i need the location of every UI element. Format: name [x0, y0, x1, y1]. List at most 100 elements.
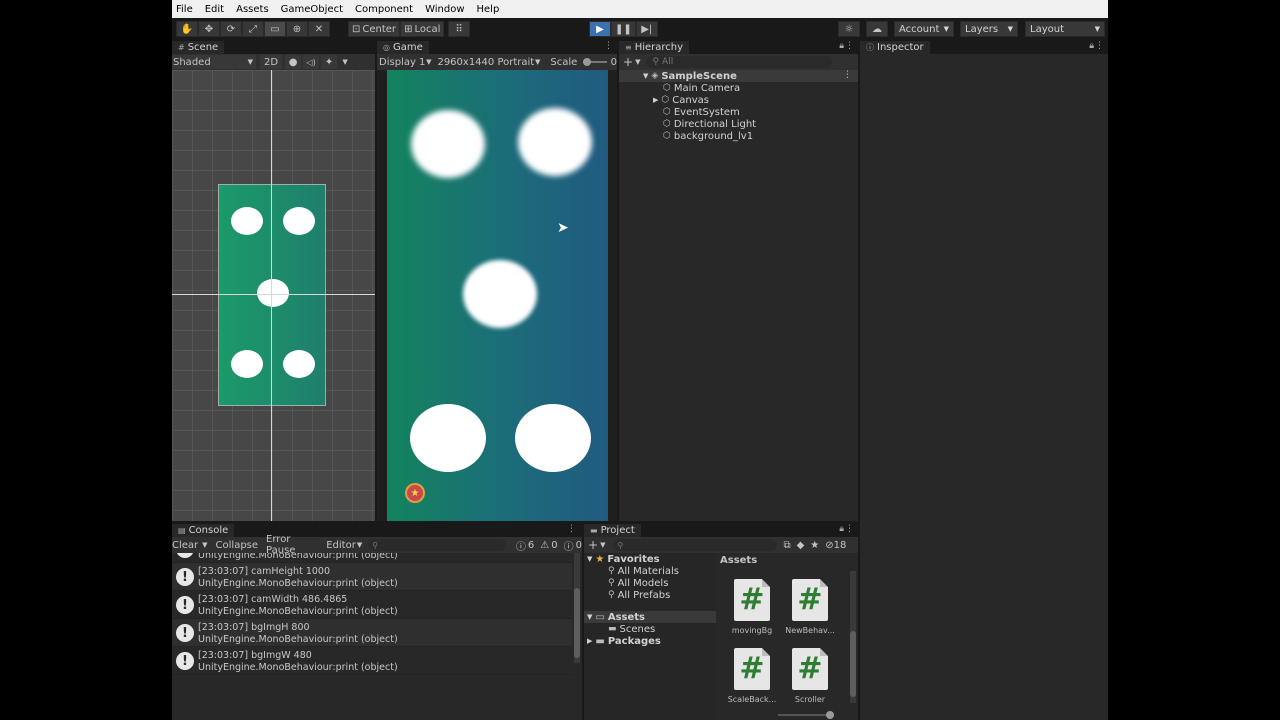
layers-dropdown[interactable]: Layers ▼	[960, 21, 1018, 37]
console-scrollbar[interactable]	[574, 553, 580, 663]
shading-dropdown[interactable]: Shaded ▼	[172, 55, 256, 69]
filter-type-icon[interactable]: ⧉	[783, 540, 790, 551]
chevron-down-icon[interactable]: ▼	[600, 541, 605, 549]
scene-viewport[interactable]	[172, 70, 375, 521]
chevron-down-icon[interactable]: ▼	[635, 58, 640, 66]
tab-inspector[interactable]: ⓘ Inspector	[860, 41, 930, 54]
menu-component[interactable]: Component	[353, 4, 415, 15]
display-dropdown[interactable]: Display 1 ▼	[377, 57, 431, 68]
asset-script[interactable]: # Scroller	[784, 648, 836, 704]
cloud-icon[interactable]: ☁	[866, 21, 888, 37]
filter-label-icon[interactable]: ◆	[797, 540, 805, 551]
game-viewport[interactable]: ★ ➤	[387, 70, 608, 521]
menu-assets[interactable]: Assets	[234, 4, 271, 15]
resolution-dropdown[interactable]: 2960x1440 Portrait ▼	[431, 57, 540, 68]
more-icon[interactable]: ⋮	[845, 41, 854, 51]
collapse-toggle[interactable]: Collapse	[216, 540, 259, 551]
2d-toggle[interactable]: 2D	[260, 55, 283, 69]
scenes-folder-row[interactable]: ▬ Scenes	[608, 623, 655, 635]
chevron-down-icon[interactable]: ▼	[357, 541, 362, 549]
tab-scene[interactable]: # Scene	[172, 41, 225, 54]
assets-scrollbar[interactable]	[850, 571, 856, 703]
rect-tool-icon[interactable]: ▭	[264, 21, 286, 37]
more-icon[interactable]: ⋮	[567, 524, 576, 534]
chevron-down-icon[interactable]: ▼	[202, 541, 207, 549]
hierarchy-item[interactable]: ⬡ Directional Light	[663, 118, 756, 130]
console-search[interactable]: ⚲	[368, 539, 506, 551]
menu-window[interactable]: Window	[423, 4, 466, 15]
more-icon[interactable]: ⋮	[1095, 41, 1104, 51]
menu-help[interactable]: Help	[475, 4, 502, 15]
expand-icon[interactable]: ▶	[653, 96, 658, 104]
rotate-tool-icon[interactable]: ⟳	[220, 21, 242, 37]
info-count-toggle[interactable]: ⓘ 6	[516, 538, 534, 553]
error-count-toggle[interactable]: ⓘ 0	[564, 538, 582, 553]
add-icon[interactable]: +	[623, 55, 633, 69]
favorite-star-icon[interactable]: ★	[810, 540, 819, 551]
play-button[interactable]: ▶	[589, 21, 611, 37]
step-button[interactable]: ▶|	[635, 21, 658, 37]
hierarchy-item[interactable]: ⬡ Main Camera	[663, 82, 740, 94]
lighting-icon[interactable]: ●	[285, 55, 302, 69]
editor-dropdown[interactable]: Editor	[326, 540, 356, 551]
console-entry[interactable]: ! [23:03:07] camWidth 486.4865 UnityEngi…	[172, 591, 572, 619]
lock-icon[interactable]: 🔒︎	[1089, 41, 1094, 51]
menu-gameobject[interactable]: GameObject	[279, 4, 345, 15]
lock-icon[interactable]: 🔒︎	[839, 524, 844, 534]
asset-script[interactable]: # movingBg	[726, 579, 778, 635]
tab-console[interactable]: ▤ Console	[172, 524, 235, 537]
pivot-local-button[interactable]: ⊞ Local	[400, 21, 445, 37]
menu-file[interactable]: File	[174, 4, 195, 15]
favorite-item[interactable]: ⚲ All Models	[608, 577, 668, 589]
expand-icon[interactable]: ▶	[587, 637, 592, 645]
project-search[interactable]: ⚲	[613, 539, 778, 551]
layout-dropdown[interactable]: Layout ▼	[1025, 21, 1105, 37]
lock-icon[interactable]: 🔒︎	[839, 41, 844, 51]
hidden-packages-toggle[interactable]: ⊘ 18	[825, 540, 846, 551]
pivot-center-button[interactable]: ⊡ Center	[348, 21, 401, 37]
asset-script[interactable]: # NewBehav...	[784, 579, 836, 635]
console-entry[interactable]: ! [23:03:07] camHeight 1000 UnityEngine.…	[172, 563, 572, 591]
clear-button[interactable]: Clear	[172, 540, 198, 551]
tab-project[interactable]: ▬ Project	[584, 524, 641, 537]
favorite-item[interactable]: ⚲ All Prefabs	[608, 589, 670, 601]
warning-count-toggle[interactable]: ⚠ 0	[540, 540, 557, 551]
expand-icon[interactable]: ▼	[643, 72, 648, 80]
add-icon[interactable]: +	[588, 538, 598, 552]
more-icon[interactable]: ⋮	[843, 70, 852, 80]
asset-script[interactable]: # ScaleBack...	[726, 648, 778, 704]
menu-edit[interactable]: Edit	[203, 4, 226, 15]
custom-tool-icon[interactable]: ✕	[308, 21, 330, 37]
expand-icon[interactable]: ▼	[587, 613, 592, 621]
scrollbar-thumb[interactable]	[574, 588, 580, 658]
account-dropdown[interactable]: Account ▼	[894, 21, 954, 37]
more-icon[interactable]: ⋮	[845, 524, 854, 534]
slider-handle[interactable]	[826, 711, 834, 719]
slider-handle[interactable]	[583, 58, 592, 66]
scene-row[interactable]: ▼ ◈ SampleScene ⋮	[619, 70, 858, 82]
favorite-item[interactable]: ⚲ All Materials	[608, 565, 679, 577]
hierarchy-item[interactable]: ⬡ EventSystem	[663, 106, 740, 118]
grid-snap-icon[interactable]: ⠿	[448, 21, 470, 37]
scrollbar-thumb[interactable]	[850, 631, 856, 697]
hand-tool-icon[interactable]: ✋	[176, 21, 198, 37]
icon-size-slider[interactable]	[778, 711, 834, 719]
assets-folder-row[interactable]: ▼ ▭ Assets	[584, 611, 716, 623]
console-entry[interactable]: ! UnityEngine.MonoBehaviour:print (objec…	[172, 553, 572, 563]
expand-icon[interactable]: ▼	[587, 555, 592, 563]
tab-hierarchy[interactable]: ≡ Hierarchy	[619, 41, 690, 54]
pause-button[interactable]: ❚❚	[611, 21, 636, 37]
packages-folder-row[interactable]: ▶ ▬ Packages	[587, 635, 661, 647]
hierarchy-search[interactable]: ⚲ All	[646, 56, 833, 68]
chevron-down-icon[interactable]: ▼	[339, 55, 351, 69]
hierarchy-item[interactable]: ▶ ⬡ Canvas	[653, 94, 709, 106]
effects-icon[interactable]: ✦	[321, 55, 338, 69]
audio-icon[interactable]: ◁)	[303, 55, 320, 69]
favorites-row[interactable]: ▼ ★ Favorites	[587, 553, 660, 565]
move-tool-icon[interactable]: ✥	[198, 21, 220, 37]
console-entry[interactable]: ! [23:03:07] bgImgW 480 UnityEngine.Mono…	[172, 647, 572, 675]
hierarchy-item[interactable]: ⬡ background_lv1	[663, 130, 753, 142]
transform-tool-icon[interactable]: ⊕	[286, 21, 308, 37]
scale-slider[interactable]	[583, 58, 607, 66]
collab-icon[interactable]: ☼	[838, 21, 860, 37]
